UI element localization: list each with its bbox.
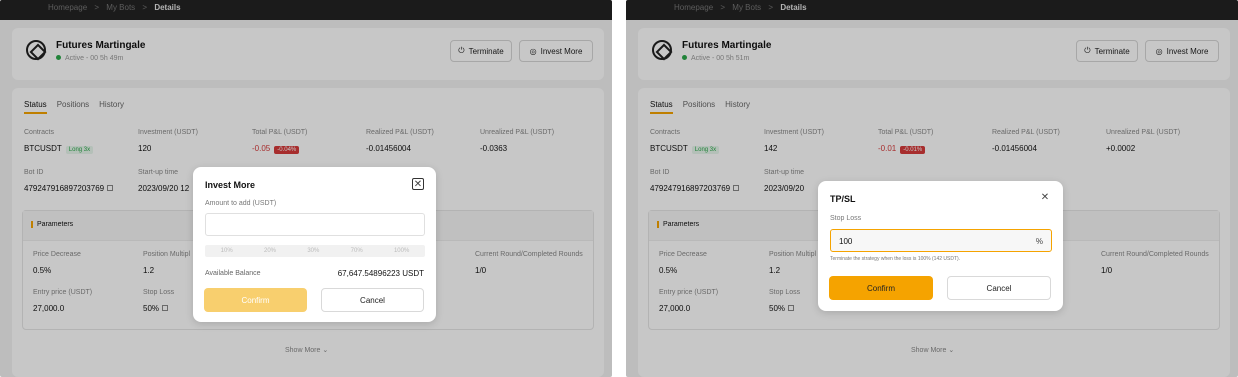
balance-value: 67,647.54896223 USDT	[337, 269, 424, 278]
confirm-button[interactable]: Confirm	[829, 276, 933, 300]
percent-option[interactable]: 20%	[264, 248, 276, 254]
amount-label: Amount to add (USDT)	[205, 200, 277, 207]
modal-title: TP/SL	[830, 194, 856, 204]
close-icon[interactable]: ✕	[412, 178, 424, 190]
invest-more-modal: Invest More ✕ Amount to add (USDT) 10% 2…	[193, 167, 436, 322]
cancel-button[interactable]: Cancel	[947, 276, 1051, 300]
percent-option[interactable]: 30%	[307, 248, 319, 254]
stop-loss-input[interactable]: 100 %	[830, 229, 1052, 252]
stop-loss-input-value: 100	[839, 237, 853, 246]
close-icon[interactable]: ✕	[1039, 192, 1051, 204]
modal-title: Invest More	[205, 180, 256, 190]
right-screen: Homepage > My Bots > Details Futures Mar…	[626, 0, 1238, 377]
percent-option[interactable]: 70%	[351, 248, 363, 254]
tpsl-modal: TP/SL ✕ Stop Loss 100 % Terminate the st…	[818, 181, 1063, 311]
stop-loss-hint: Terminate the strategy when the loss is …	[830, 256, 961, 262]
percent-option[interactable]: 10%	[221, 248, 233, 254]
amount-input[interactable]	[205, 213, 425, 236]
balance-label: Available Balance	[205, 270, 261, 277]
confirm-button[interactable]: Confirm	[204, 288, 307, 312]
percent-unit: %	[1035, 237, 1043, 246]
percent-option[interactable]: 100%	[394, 248, 409, 254]
stop-loss-field-label: Stop Loss	[830, 215, 862, 222]
percent-slider[interactable]: 10% 20% 30% 70% 100%	[205, 245, 425, 257]
left-screen: Homepage > My Bots > Details Futures Mar…	[0, 0, 612, 377]
cancel-button[interactable]: Cancel	[321, 288, 424, 312]
